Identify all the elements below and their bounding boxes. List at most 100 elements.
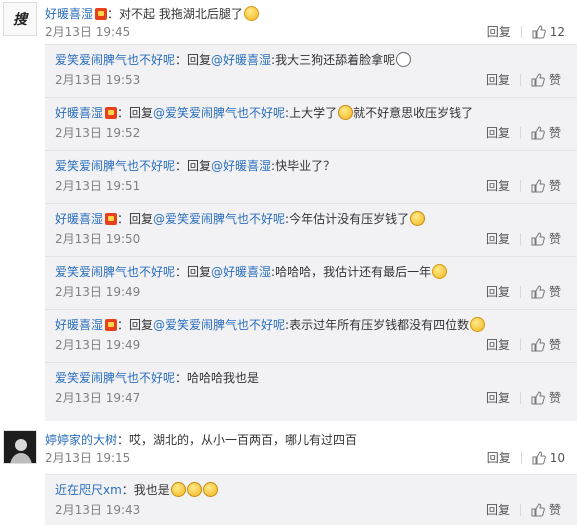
reply-username[interactable]: 爱笑爱闹脾气也不好呢	[55, 53, 175, 67]
reply-actions: 回复 赞	[486, 390, 561, 406]
reply-mention[interactable]: @好暖喜湿	[211, 265, 271, 279]
reply-mention[interactable]: @爱笑爱闹脾气也不好呢	[153, 212, 285, 226]
reply-time: 2月13日 19:50	[55, 232, 141, 246]
divider	[519, 127, 521, 139]
avatar[interactable]: 搜	[3, 2, 37, 36]
comment-time: 2月13日 19:45	[45, 25, 131, 39]
comment-username[interactable]: 婷婷家的大树	[45, 433, 117, 447]
reply-list: 爱笑爱闹脾气也不好呢：回复@好暖喜湿:我大三狗还舔着脸拿呢 2月13日 19:5…	[45, 44, 577, 421]
thumbs-up-icon	[531, 179, 545, 193]
reply-button[interactable]: 回复	[486, 284, 510, 300]
vip-badge-icon	[105, 107, 118, 119]
laugh-cry-emoji-icon	[338, 105, 354, 120]
reply-username[interactable]: 近在咫尺xm	[55, 483, 122, 497]
smile-emoji-icon	[432, 264, 448, 279]
reply-prefix: ：回复	[175, 159, 212, 173]
like-button[interactable]: 赞	[531, 337, 561, 353]
reply-text-line: 好暖喜湿 ：回复@爱笑爱闹脾气也不好呢:上大学了 就不好意思收压岁钱了	[55, 105, 473, 121]
like-button[interactable]: 赞	[531, 284, 561, 300]
thumbs-up-icon	[532, 451, 546, 465]
reply-time: 2月13日 19:53	[55, 73, 141, 87]
reply-button[interactable]: 回复	[487, 450, 511, 466]
reply-item: 好暖喜湿 ：回复@爱笑爱闹脾气也不好呢:表示过年所有压岁钱都没有四位数 2月13日…	[45, 310, 577, 363]
reply-text-line: 爱笑爱闹脾气也不好呢：回复@好暖喜湿:我大三狗还舔着脸拿呢	[55, 52, 412, 68]
reply-meta: 2月13日 19:52 回复 赞	[55, 125, 577, 141]
like-label: 赞	[548, 73, 561, 87]
reply-meta: 2月13日 19:47 回复 赞	[55, 390, 577, 406]
reply-prefix: ：回复	[175, 53, 212, 67]
reply-username[interactable]: 好暖喜湿	[55, 318, 103, 332]
reply-mention[interactable]: @爱笑爱闹脾气也不好呢	[153, 106, 285, 120]
reply-username[interactable]: 爱笑爱闹脾气也不好呢	[55, 371, 175, 385]
reply-item: 爱笑爱闹脾气也不好呢：回复@好暖喜湿:哈哈哈，我估计还有最后一年 2月13日 1…	[45, 257, 577, 310]
like-label: 赞	[548, 338, 561, 352]
reply-item: 近在咫尺xm：我也是 2月13日 19:43 回复 赞	[45, 475, 577, 525]
reply-username[interactable]: 好暖喜湿	[55, 106, 103, 120]
reply-meta: 2月13日 19:53 回复 赞	[55, 72, 577, 88]
divider	[519, 286, 521, 298]
comment-text: ：哎，湖北的，从小一百两百，哪儿有过四百	[117, 433, 358, 447]
comment-actions: 回复 12	[487, 24, 565, 40]
reply-actions: 回复 赞	[486, 125, 561, 141]
reply-item: 爱笑爱闹脾气也不好呢：回复@好暖喜湿:我大三狗还舔着脸拿呢 2月13日 19:5…	[45, 45, 577, 98]
reply-text-line: 爱笑爱闹脾气也不好呢：回复@好暖喜湿:哈哈哈，我估计还有最后一年	[55, 264, 448, 280]
reply-item: 好暖喜湿 ：回复@爱笑爱闹脾气也不好呢:今年估计没有压岁钱了 2月13日 19:5…	[45, 204, 577, 257]
like-button[interactable]: 赞	[531, 390, 561, 406]
reply-button[interactable]: 回复	[486, 337, 510, 353]
comment-username[interactable]: 好暖喜湿	[45, 7, 93, 21]
reply-meta: 2月13日 19:51 回复 赞	[55, 178, 577, 194]
laugh-cry-emoji-icon	[202, 482, 218, 497]
reply-time: 2月13日 19:47	[55, 391, 141, 405]
thumbs-up-icon	[531, 285, 545, 299]
emoji-icon	[470, 317, 486, 332]
reply-username[interactable]: 爱笑爱闹脾气也不好呢	[55, 159, 175, 173]
divider	[519, 180, 521, 192]
reply-button[interactable]: 回复	[486, 502, 510, 518]
reply-mention[interactable]: @好暖喜湿	[211, 53, 271, 67]
like-button[interactable]: 12	[532, 24, 565, 40]
like-count: 10	[549, 451, 565, 465]
reply-time: 2月13日 19:49	[55, 285, 141, 299]
reply-text-cont: 就不好意思收压岁钱了	[353, 106, 474, 120]
reply-item: 爱笑爱闹脾气也不好呢：回复@好暖喜湿:快毕业了？ 2月13日 19:51 回复 …	[45, 151, 577, 204]
reply-text: :我大三狗还舔着脸拿呢	[271, 53, 396, 67]
reply-time: 2月13日 19:51	[55, 179, 141, 193]
like-button[interactable]: 赞	[531, 178, 561, 194]
reply-button[interactable]: 回复	[486, 390, 510, 406]
reply-button[interactable]: 回复	[486, 178, 510, 194]
like-label: 赞	[548, 179, 561, 193]
like-button[interactable]: 10	[532, 450, 565, 466]
thumbs-up-icon	[531, 232, 545, 246]
comment-meta: 2月13日 19:15 回复 10	[45, 450, 577, 466]
avatar[interactable]	[3, 430, 37, 464]
reply-button[interactable]: 回复	[486, 125, 510, 141]
reply-mention[interactable]: @爱笑爱闹脾气也不好呢	[153, 318, 285, 332]
divider	[519, 233, 521, 245]
thumbs-up-icon	[531, 391, 545, 405]
comment-text-line: 好暖喜湿 ：对不起 我拖湖北后腿了	[45, 6, 259, 22]
like-button[interactable]: 赞	[531, 231, 561, 247]
reply-username[interactable]: 爱笑爱闹脾气也不好呢	[55, 265, 175, 279]
comment-actions: 回复 10	[487, 450, 565, 466]
vip-badge-icon	[105, 319, 118, 331]
reply-time: 2月13日 19:49	[55, 338, 141, 352]
laugh-cry-emoji-icon	[170, 482, 186, 497]
reply-list: 近在咫尺xm：我也是 2月13日 19:43 回复 赞	[45, 474, 577, 525]
thumbs-up-icon	[531, 73, 545, 87]
laugh-cry-emoji-icon	[410, 211, 426, 226]
reply-text: :表示过年所有压岁钱都没有四位数	[285, 318, 470, 332]
reply-text-line: 爱笑爱闹脾气也不好呢：哈哈哈我也是	[55, 370, 259, 386]
reply-meta: 2月13日 19:49 回复 赞	[55, 284, 577, 300]
reply-username[interactable]: 好暖喜湿	[55, 212, 103, 226]
like-button[interactable]: 赞	[531, 72, 561, 88]
reply-actions: 回复 赞	[486, 502, 561, 518]
reply-time: 2月13日 19:52	[55, 126, 141, 140]
like-button[interactable]: 赞	[531, 502, 561, 518]
reply-button[interactable]: 回复	[486, 231, 510, 247]
reply-button[interactable]: 回复	[486, 72, 510, 88]
emoji-icon	[243, 6, 259, 21]
thumbs-up-icon	[531, 338, 545, 352]
reply-mention[interactable]: @好暖喜湿	[211, 159, 271, 173]
like-button[interactable]: 赞	[531, 125, 561, 141]
reply-button[interactable]: 回复	[487, 24, 511, 40]
